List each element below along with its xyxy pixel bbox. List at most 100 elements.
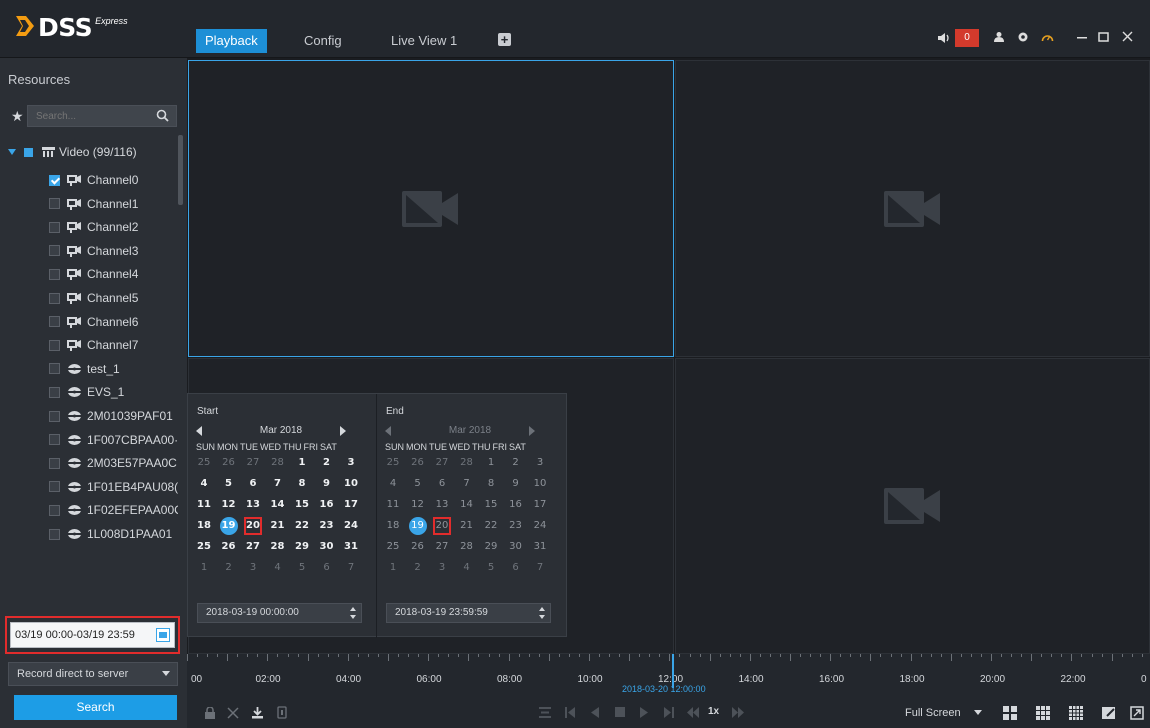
channel-item[interactable]: 1F007CBPAA00· bbox=[49, 430, 178, 450]
video-pane-1[interactable] bbox=[188, 60, 674, 357]
calendar-day[interactable]: 19 bbox=[219, 517, 238, 535]
resource-search-box[interactable] bbox=[27, 105, 177, 127]
channel-checkbox[interactable] bbox=[49, 198, 60, 210]
search-input[interactable] bbox=[28, 106, 148, 126]
calendar-day[interactable]: 1 bbox=[384, 559, 402, 577]
calendar-day[interactable]: 27 bbox=[433, 454, 451, 472]
channel-item[interactable]: Channel6 bbox=[49, 312, 138, 332]
channel-checkbox[interactable] bbox=[49, 410, 60, 422]
calendar-day[interactable]: 20 bbox=[433, 517, 451, 535]
calendar-day[interactable]: 3 bbox=[531, 454, 549, 472]
play-icon[interactable] bbox=[640, 707, 648, 718]
calendar-day[interactable]: 24 bbox=[531, 517, 549, 535]
calendar-day[interactable]: 23 bbox=[507, 517, 525, 535]
calendar-day[interactable]: 27 bbox=[433, 538, 451, 556]
step-forward-icon[interactable] bbox=[664, 707, 674, 718]
calendar-day[interactable]: 6 bbox=[433, 475, 451, 493]
minimize-icon[interactable] bbox=[1077, 30, 1087, 46]
calendar-day[interactable]: 26 bbox=[220, 538, 238, 556]
calendar-day[interactable]: 25 bbox=[195, 454, 213, 472]
channel-checkbox[interactable] bbox=[49, 339, 60, 351]
calendar-day[interactable]: 16 bbox=[318, 496, 336, 514]
calendar-day[interactable]: 13 bbox=[433, 496, 451, 514]
channel-item[interactable]: Channel2 bbox=[49, 217, 138, 237]
calendar-day[interactable]: 29 bbox=[293, 538, 311, 556]
tab-config[interactable]: Config bbox=[295, 29, 351, 53]
calendar-day[interactable]: 7 bbox=[458, 475, 476, 493]
close-icon[interactable] bbox=[1122, 30, 1133, 46]
calendar-day[interactable]: 10 bbox=[342, 475, 360, 493]
channel-checkbox[interactable] bbox=[49, 174, 60, 186]
calendar-day[interactable]: 4 bbox=[458, 559, 476, 577]
tag-icon[interactable] bbox=[277, 706, 287, 719]
calendar-day[interactable]: 13 bbox=[244, 496, 262, 514]
channel-checkbox[interactable] bbox=[49, 363, 60, 375]
calendar-day[interactable]: 28 bbox=[269, 538, 287, 556]
calendar-day[interactable]: 31 bbox=[342, 538, 360, 556]
alarm-count-badge[interactable]: 0 bbox=[955, 29, 979, 47]
calendar-day[interactable]: 24 bbox=[342, 517, 360, 535]
calendar-day[interactable]: 27 bbox=[244, 454, 262, 472]
search-icon[interactable] bbox=[156, 109, 169, 122]
calendar-icon[interactable] bbox=[156, 628, 170, 642]
calendar-day[interactable]: 8 bbox=[482, 475, 500, 493]
calendar-day[interactable]: 22 bbox=[482, 517, 500, 535]
layout-9-icon[interactable] bbox=[1036, 706, 1050, 720]
calendar-day[interactable]: 9 bbox=[318, 475, 336, 493]
calendar-day[interactable]: 30 bbox=[318, 538, 336, 556]
calendar-day[interactable]: 11 bbox=[195, 496, 213, 514]
channel-item[interactable]: 2M01039PAF01 bbox=[49, 406, 173, 426]
calendar-day[interactable]: 14 bbox=[269, 496, 287, 514]
calendar-day[interactable]: 18 bbox=[384, 517, 402, 535]
channel-item[interactable]: 1L008D1PAA01 bbox=[49, 524, 172, 544]
spinner-icon[interactable] bbox=[539, 607, 545, 619]
channel-item[interactable]: Channel3 bbox=[49, 241, 138, 261]
calendar-day[interactable]: 28 bbox=[269, 454, 287, 472]
calendar-day[interactable]: 6 bbox=[318, 559, 336, 577]
speed-up-icon[interactable] bbox=[732, 707, 744, 718]
channel-item[interactable]: 1F02EFEPAA00C bbox=[49, 500, 178, 520]
calendar-day[interactable]: 1 bbox=[195, 559, 213, 577]
channel-checkbox[interactable] bbox=[49, 292, 60, 304]
channel-item[interactable]: EVS_1 bbox=[49, 382, 124, 402]
calendar-day[interactable]: 28 bbox=[458, 538, 476, 556]
user-icon[interactable] bbox=[993, 30, 1005, 46]
calendar-day[interactable]: 25 bbox=[195, 538, 213, 556]
video-pane-2[interactable] bbox=[675, 60, 1150, 357]
channel-item[interactable]: Channel1 bbox=[49, 194, 138, 214]
timeline-cursor[interactable] bbox=[672, 654, 674, 688]
root-partial-checkbox[interactable] bbox=[24, 147, 33, 157]
calendar-day[interactable]: 1 bbox=[482, 454, 500, 472]
dropdown-arrow-icon[interactable] bbox=[974, 710, 982, 715]
calendar-day[interactable]: 19 bbox=[408, 517, 427, 535]
channel-checkbox[interactable] bbox=[49, 245, 60, 257]
gear-icon[interactable] bbox=[1017, 30, 1029, 46]
calendar-day[interactable]: 23 bbox=[318, 517, 336, 535]
channel-checkbox[interactable] bbox=[49, 434, 60, 446]
calendar-day[interactable]: 10 bbox=[531, 475, 549, 493]
calendar-day[interactable]: 14 bbox=[458, 496, 476, 514]
tab-playback[interactable]: Playback bbox=[196, 29, 267, 53]
calendar-day[interactable]: 29 bbox=[482, 538, 500, 556]
sync-icon[interactable] bbox=[539, 707, 551, 718]
calendar-day[interactable]: 18 bbox=[195, 517, 213, 535]
playback-timeline[interactable]: 00 02:00 04:00 06:00 08:00 10:00 12:00 14:00 16:… bbox=[187, 654, 1150, 698]
end-datetime-field[interactable]: 2018-03-19 23:59:59 bbox=[386, 603, 551, 623]
calendar-day[interactable]: 2 bbox=[318, 454, 336, 472]
channel-item[interactable]: Channel4 bbox=[49, 264, 138, 284]
calendar-day[interactable]: 26 bbox=[409, 454, 427, 472]
calendar-day[interactable]: 11 bbox=[384, 496, 402, 514]
next-month-icon[interactable] bbox=[340, 426, 346, 436]
calendar-day[interactable]: 4 bbox=[384, 475, 402, 493]
channel-checkbox[interactable] bbox=[49, 528, 60, 540]
start-datetime-field[interactable]: 2018-03-19 00:00:00 bbox=[197, 603, 362, 623]
calendar-day[interactable]: 27 bbox=[244, 538, 262, 556]
calendar-day[interactable]: 2 bbox=[409, 559, 427, 577]
tab-live-view[interactable]: Live View 1 bbox=[382, 29, 466, 53]
channel-checkbox[interactable] bbox=[49, 481, 60, 493]
calendar-day[interactable]: 20 bbox=[244, 517, 262, 535]
tree-root-video[interactable]: Video (99/116) bbox=[8, 142, 137, 162]
spinner-icon[interactable] bbox=[350, 607, 356, 619]
next-month-icon[interactable] bbox=[529, 426, 535, 436]
channel-item[interactable]: 2M03E57PAA0C bbox=[49, 453, 177, 473]
